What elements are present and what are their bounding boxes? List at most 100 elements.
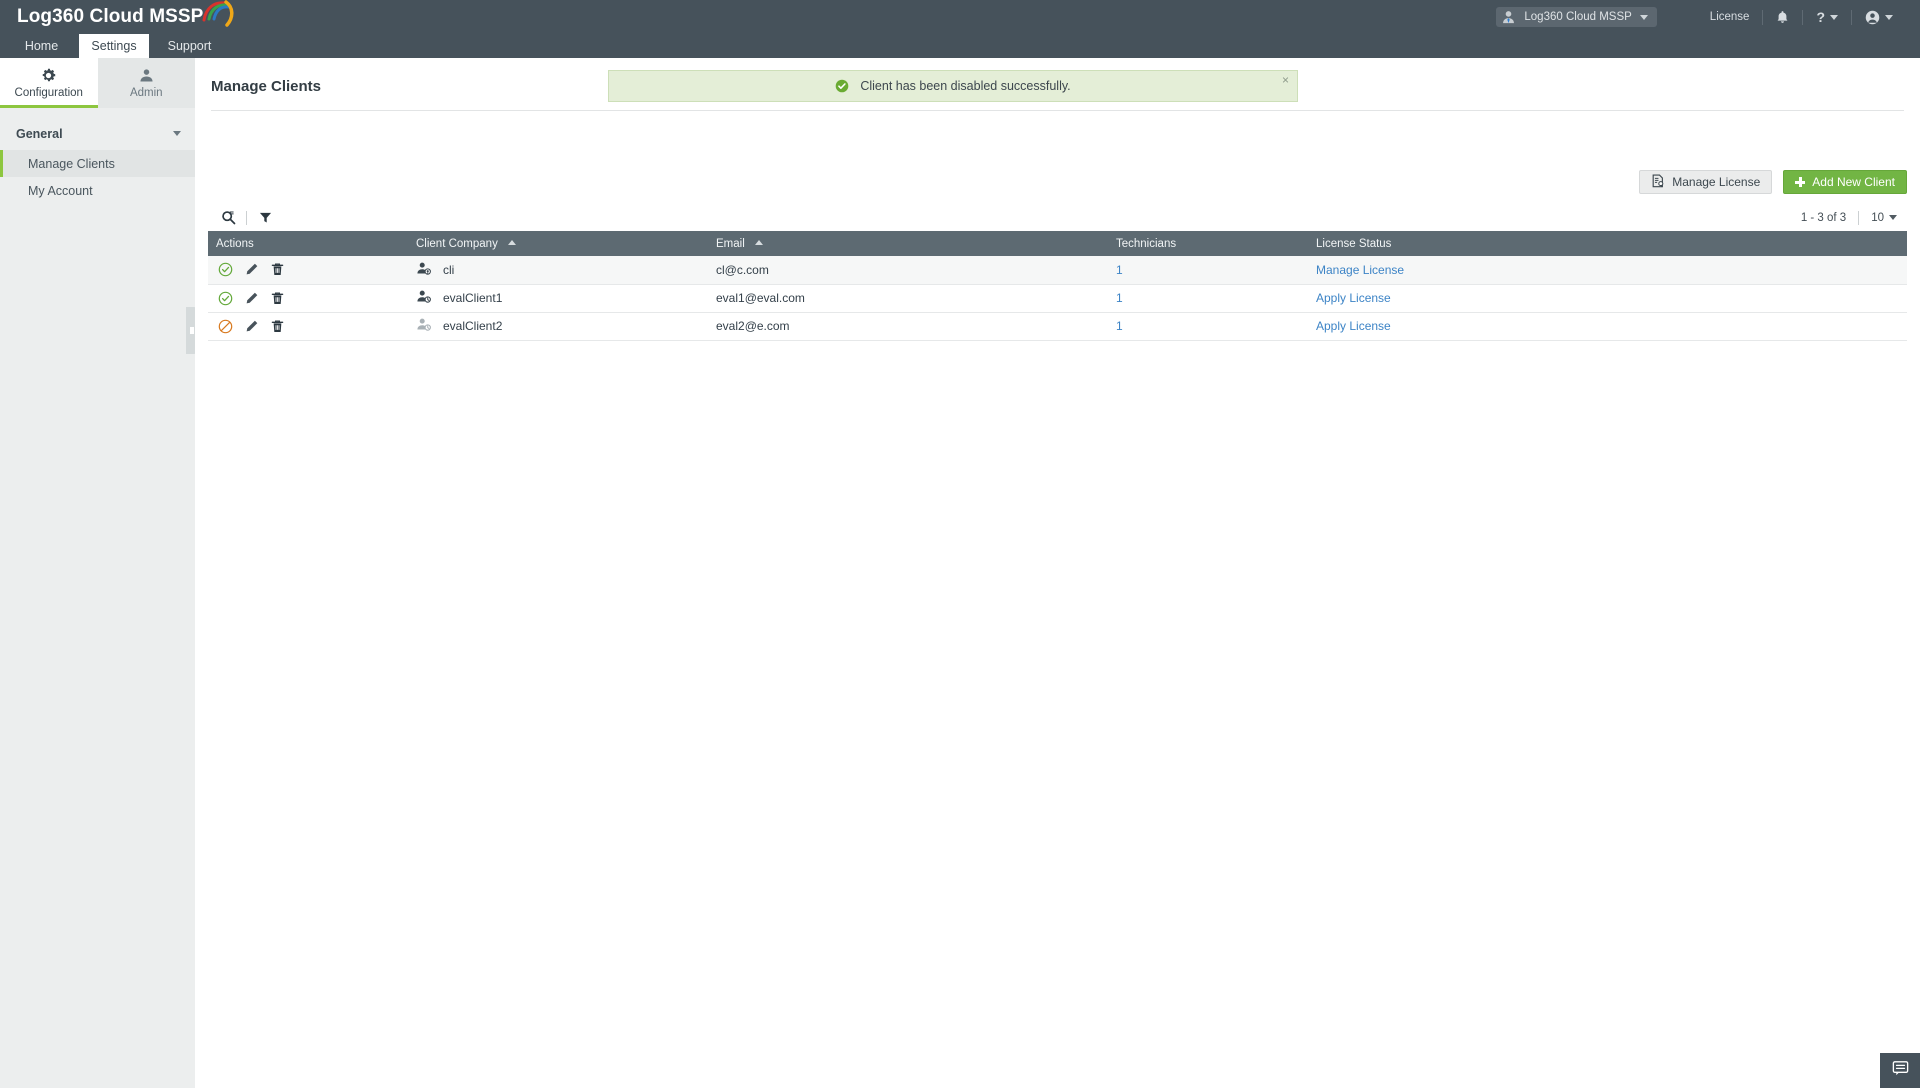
action-button-row: Manage License Add New Client (1639, 170, 1907, 194)
table-header: Actions Client Company Email Technicians (208, 231, 1907, 256)
cell-actions (208, 312, 408, 341)
technicians-count-link[interactable]: 1 (1116, 291, 1123, 305)
primary-tab-bar: Home Settings Support (0, 34, 1920, 58)
add-new-client-button-label: Add New Client (1812, 175, 1895, 189)
technicians-count-link[interactable]: 1 (1116, 263, 1123, 277)
add-new-client-button[interactable]: Add New Client (1783, 170, 1907, 194)
chevron-down-icon (1889, 215, 1897, 220)
top-header-bar: Log360 Cloud MSSP Log360 Cloud MSSP Lice… (0, 0, 1920, 34)
chevron-down-icon (1639, 14, 1648, 20)
toggle-status-icon[interactable] (218, 319, 233, 334)
edit-pencil-icon[interactable] (244, 319, 259, 334)
tab-home[interactable]: Home (8, 34, 75, 58)
help-question-icon: ? (1816, 9, 1825, 25)
cell-company: evalClient2 (408, 312, 708, 341)
sidebar-section-general-label: General (16, 126, 63, 141)
manage-license-button-label: Manage License (1672, 175, 1761, 189)
user-trial-icon (416, 317, 432, 335)
sidebar-item-manage-clients-label: Manage Clients (28, 156, 115, 171)
delete-trash-icon[interactable] (270, 319, 285, 334)
license-link[interactable]: License (1697, 7, 1763, 27)
filter-funnel-icon[interactable] (253, 211, 277, 224)
sort-ascending-icon (508, 239, 517, 245)
help-menu-button[interactable]: ? (1803, 7, 1851, 27)
delete-trash-icon[interactable] (270, 262, 285, 277)
column-header-license-status[interactable]: License Status (1308, 231, 1907, 256)
cell-email: cl@c.com (708, 256, 1108, 285)
plus-icon (1795, 177, 1806, 187)
client-company-name: cli (443, 262, 455, 277)
sidebar-item-my-account-label: My Account (28, 183, 93, 198)
cell-actions (208, 256, 408, 285)
clients-grid: 1 - 3 of 3 10 Actions Client Company Ema… (208, 204, 1907, 341)
column-header-actions[interactable]: Actions (208, 231, 408, 256)
page-size-selector[interactable]: 10 (1859, 212, 1897, 224)
user-account-menu[interactable] (1852, 7, 1906, 27)
user-tie-icon (1501, 10, 1516, 25)
sidebar-tab-admin-label: Admin (129, 87, 163, 99)
success-banner: Client has been disabled successfully. × (608, 70, 1298, 102)
delete-trash-icon[interactable] (270, 291, 285, 306)
license-status-link[interactable]: Apply License (1316, 319, 1391, 333)
cell-email: eval1@eval.com (708, 284, 1108, 313)
tab-support[interactable]: Support (153, 34, 226, 58)
cell-email: eval2@e.com (708, 312, 1108, 341)
edit-pencil-icon[interactable] (244, 291, 259, 306)
column-header-client-company-label: Client Company (416, 237, 498, 250)
technicians-count-link[interactable]: 1 (1116, 319, 1123, 333)
license-document-icon (1651, 173, 1665, 191)
cell-company: cli (408, 256, 708, 285)
tab-support-label: Support (167, 39, 212, 53)
close-icon[interactable]: × (1282, 74, 1289, 86)
admin-user-icon (138, 67, 155, 84)
column-header-client-company[interactable]: Client Company (408, 231, 708, 256)
cell-license-status: Apply License (1308, 284, 1907, 313)
search-icon[interactable] (216, 210, 240, 225)
title-divider (211, 110, 1904, 111)
org-switcher[interactable]: Log360 Cloud MSSP (1496, 7, 1657, 27)
edit-pencil-icon[interactable] (244, 262, 259, 277)
sidebar-tab-configuration[interactable]: Configuration (0, 58, 98, 108)
cell-technicians: 1 (1108, 284, 1308, 313)
sidebar-tab-admin[interactable]: Admin (97, 58, 195, 108)
cell-company: evalClient1 (408, 284, 708, 313)
table-row[interactable]: cli cl@c.com 1 Manage License (208, 256, 1907, 285)
license-label: License (1709, 11, 1750, 23)
cell-technicians: 1 (1108, 256, 1308, 285)
notifications-button[interactable] (1763, 7, 1802, 27)
chat-bubble-icon (1891, 1059, 1910, 1082)
toggle-status-icon[interactable] (218, 262, 233, 277)
toolbar-divider (246, 210, 247, 225)
pagination-count: 1 - 3 of 3 (1800, 211, 1847, 224)
user-trial-icon (416, 289, 432, 307)
tab-home-label: Home (24, 39, 59, 53)
column-header-license-status-label: License Status (1316, 237, 1392, 250)
license-status-link[interactable]: Manage License (1316, 263, 1404, 277)
chat-support-button[interactable] (1880, 1053, 1920, 1088)
column-header-actions-label: Actions (216, 237, 254, 250)
tab-settings[interactable]: Settings (79, 34, 149, 58)
top-header-right-group: Log360 Cloud MSSP License ? (1496, 0, 1920, 34)
main-content: Manage Clients Client has been disabled … (195, 58, 1920, 1088)
page-size-value: 10 (1871, 211, 1884, 224)
table-row[interactable]: evalClient2 eval2@e.com 1 Apply License (208, 312, 1907, 341)
org-name: Log360 Cloud MSSP (1524, 11, 1632, 23)
gear-icon (40, 67, 57, 84)
manage-license-button[interactable]: Manage License (1639, 170, 1773, 194)
table-body: cli cl@c.com 1 Manage License evalClient… (208, 256, 1907, 341)
grip-icon (189, 327, 194, 334)
table-row[interactable]: evalClient1 eval1@eval.com 1 Apply Licen… (208, 284, 1907, 313)
license-status-link[interactable]: Apply License (1316, 291, 1391, 305)
sidebar-item-my-account[interactable]: My Account (0, 177, 195, 204)
column-header-email[interactable]: Email (708, 231, 1108, 256)
sidebar-section-general[interactable]: General (0, 117, 195, 150)
toggle-status-icon[interactable] (218, 291, 233, 306)
notification-bell-icon (1776, 10, 1789, 25)
page-title: Manage Clients (211, 78, 322, 95)
column-header-technicians[interactable]: Technicians (1108, 231, 1308, 256)
client-company-name: evalClient2 (443, 319, 503, 333)
sidebar-item-manage-clients[interactable]: Manage Clients (0, 150, 195, 177)
table-header-row: Actions Client Company Email Technicians (208, 231, 1907, 256)
sort-ascending-icon (754, 239, 763, 245)
app-logo[interactable]: Log360 Cloud MSSP (17, 0, 236, 32)
